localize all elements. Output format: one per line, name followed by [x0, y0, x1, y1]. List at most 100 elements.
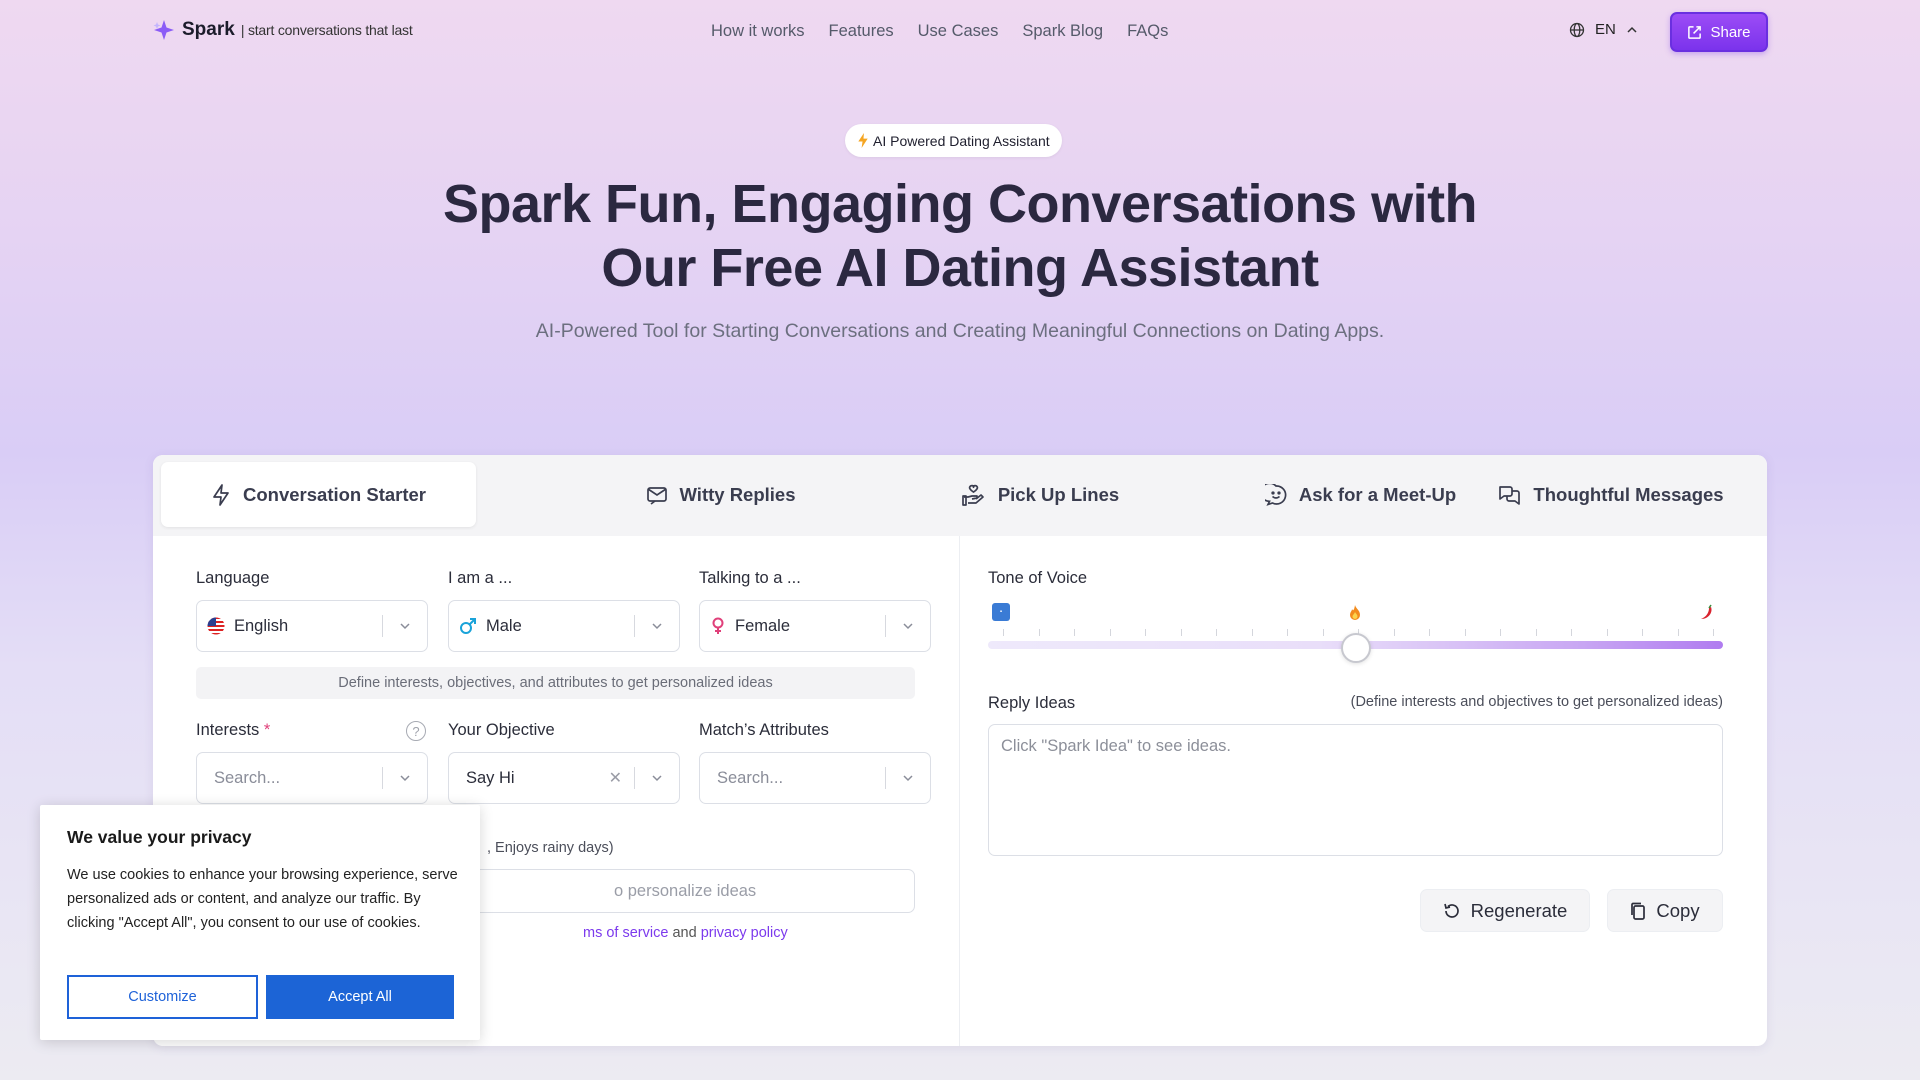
nav-how-it-works[interactable]: How it works: [711, 22, 805, 41]
hand-heart-icon: [961, 484, 984, 506]
nav-features[interactable]: Features: [829, 22, 894, 41]
language-select[interactable]: English: [196, 600, 428, 652]
gender-value: Male: [486, 616, 522, 635]
privacy-link[interactable]: privacy policy: [701, 925, 788, 941]
interests-label-text: Interests: [196, 721, 260, 739]
chili-icon: [1696, 603, 1716, 623]
tab-bar: Conversation Starter Witty Replies Pick …: [153, 455, 1767, 536]
slider-tick: [1464, 629, 1466, 636]
copy-icon: [1631, 902, 1646, 920]
gender-select[interactable]: Male: [448, 600, 680, 652]
chevron-down-icon: [886, 620, 930, 632]
tab-label: Thoughtful Messages: [1533, 483, 1724, 505]
hero-badge: AI Powered Dating Assistant: [845, 124, 1062, 157]
slider-tick: [1322, 629, 1324, 636]
cool-icon: ▪: [992, 603, 1010, 621]
chevron-down-icon: [635, 772, 679, 784]
chevron-down-icon: [886, 772, 930, 784]
tab-conversation-starter[interactable]: Conversation Starter: [161, 462, 476, 527]
message-icon: [646, 486, 667, 505]
slider-tick: [1429, 629, 1430, 636]
share-icon: [1688, 25, 1702, 39]
interests-placeholder: Search...: [214, 768, 281, 787]
share-button[interactable]: Share: [1670, 12, 1768, 52]
regenerate-label: Regenerate: [1470, 899, 1568, 921]
reply-ideas-note: (Define interests and objectives to get …: [1350, 694, 1723, 710]
hero-title: Spark Fun, Engaging Conversations with O…: [360, 172, 1560, 300]
help-icon[interactable]: ?: [406, 721, 426, 741]
example-hint: , Enjoys rainy days): [487, 840, 614, 856]
copy-label: Copy: [1656, 899, 1700, 921]
slider-tick: [1180, 629, 1182, 636]
regenerate-button[interactable]: Regenerate: [1420, 889, 1590, 932]
personalize-hint: Define interests, objectives, and attrib…: [196, 667, 915, 699]
copy-button[interactable]: Copy: [1607, 889, 1723, 932]
slider-tick: [1642, 629, 1643, 636]
cookie-body: We use cookies to enhance your browsing …: [67, 867, 458, 931]
attributes-placeholder: Search...: [717, 768, 784, 787]
tab-label: Conversation Starter: [243, 483, 426, 505]
hero-title-line-2: Our Free AI Dating Assistant: [601, 238, 1319, 298]
tab-label: Witty Replies: [679, 483, 796, 505]
language-switcher[interactable]: EN: [1569, 21, 1638, 38]
slider-tick: [1145, 629, 1146, 636]
tab-thoughtful-messages[interactable]: Thoughtful Messages: [1453, 462, 1767, 527]
tone-slider-thumb[interactable]: [1340, 633, 1371, 663]
share-label: Share: [1710, 23, 1751, 41]
main-menu: How it works Features Use Cases Spark Bl…: [711, 22, 1168, 41]
hero-subtitle: AI-Powered Tool for Starting Conversatio…: [535, 320, 1385, 342]
legal-and: and: [672, 925, 697, 941]
chat-bubbles-icon: [1499, 485, 1521, 505]
tab-witty-replies[interactable]: Witty Replies: [563, 462, 878, 527]
spark-logo-icon: [153, 20, 174, 40]
globe-icon: [1569, 22, 1585, 37]
reply-ideas-label: Reply Ideas: [988, 694, 1076, 712]
slider-tick: [1535, 629, 1537, 636]
objective-value: Say Hi: [466, 768, 515, 787]
interests-select[interactable]: Search...: [196, 752, 428, 804]
clear-icon[interactable]: ✕: [609, 768, 622, 788]
objective-select[interactable]: Say Hi ✕: [448, 752, 680, 804]
terms-link[interactable]: ms of service: [583, 925, 668, 941]
required-marker: *: [263, 721, 271, 739]
slider-tick: [1677, 629, 1679, 636]
slider-tick: [1287, 629, 1288, 636]
slider-tick: [1393, 629, 1395, 636]
chat-bubble-icon: [1264, 483, 1287, 506]
reply-ideas-box[interactable]: Click "Spark Idea" to see ideas.: [988, 724, 1723, 856]
slider-tick: [1038, 629, 1040, 636]
us-flag-icon: [207, 617, 225, 635]
nav-use-cases[interactable]: Use Cases: [918, 22, 999, 41]
language-value: English: [234, 616, 289, 635]
tab-label: Ask for a Meet-Up: [1298, 483, 1457, 505]
slider-tick: [1109, 629, 1111, 636]
attributes-label: Match’s Attributes: [699, 721, 829, 739]
nav-spark-blog[interactable]: Spark Blog: [1022, 22, 1103, 41]
slider-tick: [1216, 629, 1217, 636]
cookie-title: We value your privacy: [67, 827, 252, 847]
lightning-icon: [858, 133, 868, 148]
accept-all-button[interactable]: Accept All: [266, 975, 454, 1019]
slider-tick: [1713, 629, 1714, 636]
tab-pick-up-lines[interactable]: Pick Up Lines: [883, 462, 1198, 527]
slider-tick: [1606, 629, 1608, 636]
slider-tick: [1500, 629, 1501, 636]
top-nav: Spark | start conversations that last Ho…: [0, 0, 1920, 64]
iam-label: I am a ...: [448, 569, 513, 587]
details-input[interactable]: o personalize ideas: [453, 869, 915, 913]
chevron-down-icon: [383, 772, 427, 784]
attributes-select[interactable]: Search...: [699, 752, 931, 804]
chevron-down-icon: [383, 620, 427, 632]
male-icon: [460, 618, 476, 634]
nav-faqs[interactable]: FAQs: [1127, 22, 1168, 41]
slider-tick: [1003, 629, 1004, 636]
customize-button[interactable]: Customize: [67, 975, 258, 1019]
brand-tagline: | start conversations that last: [240, 22, 413, 38]
refresh-icon: [1443, 903, 1459, 918]
slider-tick: [1571, 629, 1572, 636]
brand-logo[interactable]: Spark | start conversations that last: [152, 19, 413, 41]
cookie-banner: We value your privacy We use cookies to …: [40, 805, 480, 1040]
match-gender-select[interactable]: Female: [699, 600, 931, 652]
interests-label: Interests *: [196, 721, 270, 740]
female-icon: [712, 617, 724, 634]
